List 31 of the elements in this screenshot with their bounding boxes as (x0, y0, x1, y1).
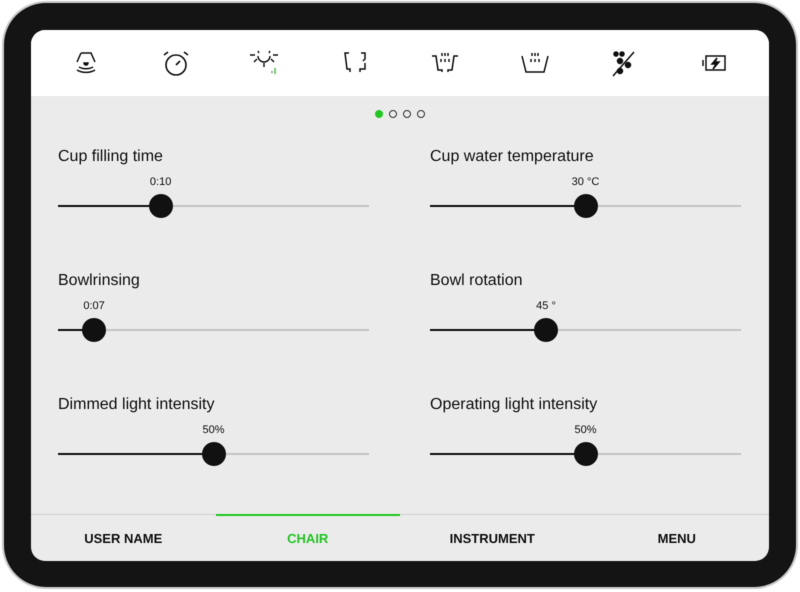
page-dot[interactable] (417, 110, 425, 118)
slider-thumb[interactable] (202, 442, 226, 466)
page-dot[interactable] (389, 110, 397, 118)
tab[interactable]: INSTRUMENT (400, 514, 584, 561)
slider-value: 50% (574, 424, 597, 436)
setting-label: Bowl rotation (430, 272, 524, 291)
page-dot[interactable] (403, 110, 411, 118)
tab[interactable]: USER NAME (31, 514, 216, 561)
slider[interactable] (58, 194, 369, 218)
slider-thumb[interactable] (534, 318, 558, 342)
slider[interactable] (430, 194, 741, 218)
setting-label: Cup water temperature (430, 148, 595, 167)
slider-value: 45 ° (536, 300, 556, 312)
setting-label: Bowlrinsing (58, 272, 141, 291)
slider-value: 50% (202, 424, 225, 436)
slider-thumb[interactable] (148, 194, 173, 218)
setting-label: Cup filling time (58, 148, 164, 167)
setting-label: Operating light intensity (430, 396, 598, 415)
page-dot[interactable] (375, 110, 383, 118)
slider-thumb[interactable] (574, 442, 598, 466)
slider-value: 0:07 (83, 300, 105, 312)
setting-label: Dimmed light intensity (58, 396, 216, 415)
slider[interactable] (58, 318, 369, 342)
slider-thumb[interactable] (82, 318, 106, 342)
tab[interactable]: MENU (584, 514, 769, 561)
slider-value: 0:10 (150, 176, 172, 188)
slider[interactable] (430, 318, 741, 342)
slider[interactable] (430, 442, 741, 466)
slider[interactable] (58, 442, 369, 466)
slider-value: 30 °C (572, 176, 600, 188)
slider-thumb[interactable] (574, 194, 598, 218)
